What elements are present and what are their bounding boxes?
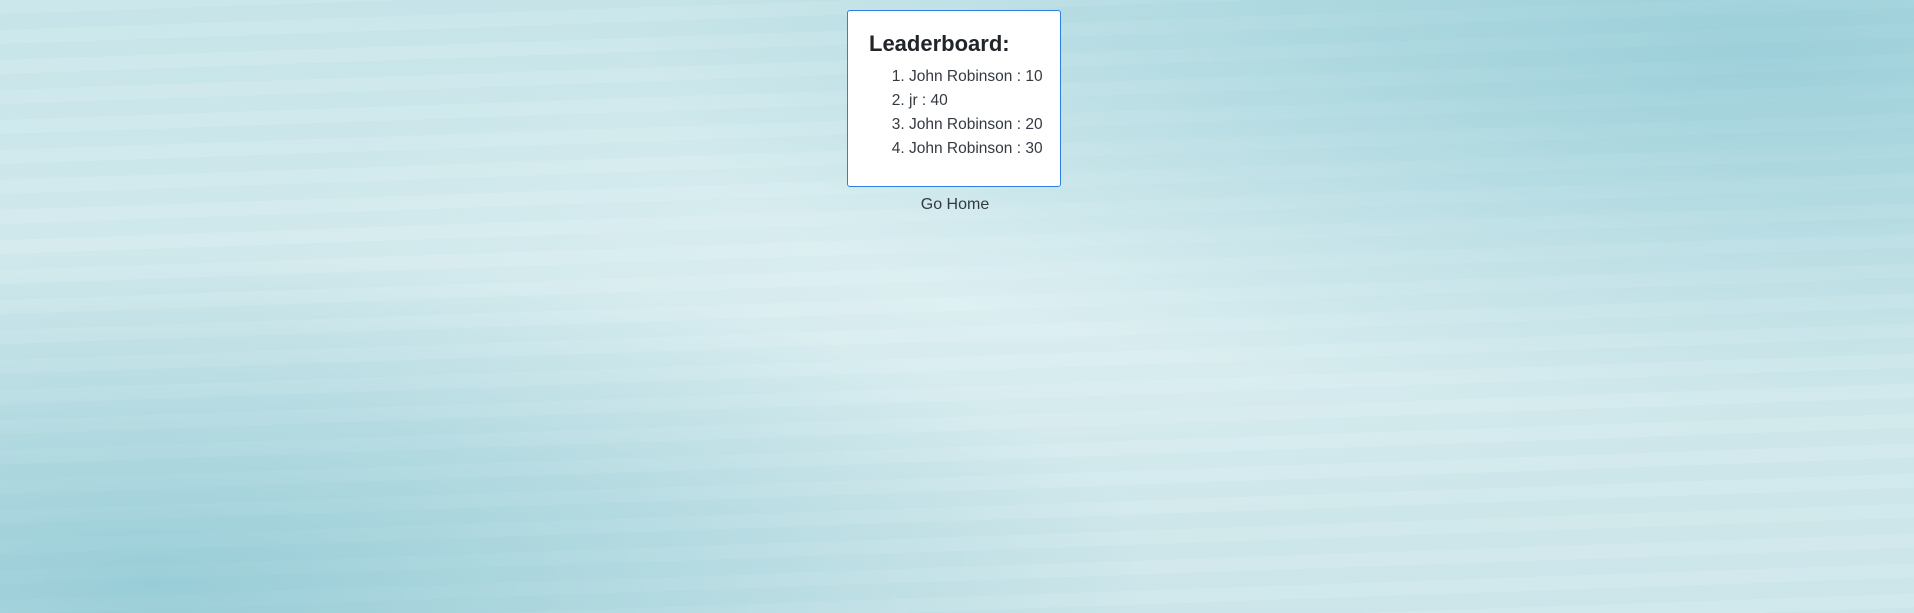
leaderboard-list: John Robinson : 10 jr : 40 John Robinson… — [869, 65, 1043, 161]
leaderboard-card: Leaderboard: John Robinson : 10 jr : 40 … — [847, 10, 1061, 187]
go-home-link[interactable]: Go Home — [921, 196, 989, 213]
leaderboard-entry: John Robinson : 30 — [909, 137, 1043, 161]
leaderboard-entry: John Robinson : 20 — [909, 113, 1043, 137]
leaderboard-entry: jr : 40 — [909, 89, 1040, 113]
home-link-row: Go Home — [0, 196, 1910, 214]
leaderboard-entry: John Robinson : 10 — [909, 65, 1043, 89]
page-background: Leaderboard: John Robinson : 10 jr : 40 … — [0, 0, 1914, 613]
leaderboard-title: Leaderboard: — [869, 31, 1010, 56]
